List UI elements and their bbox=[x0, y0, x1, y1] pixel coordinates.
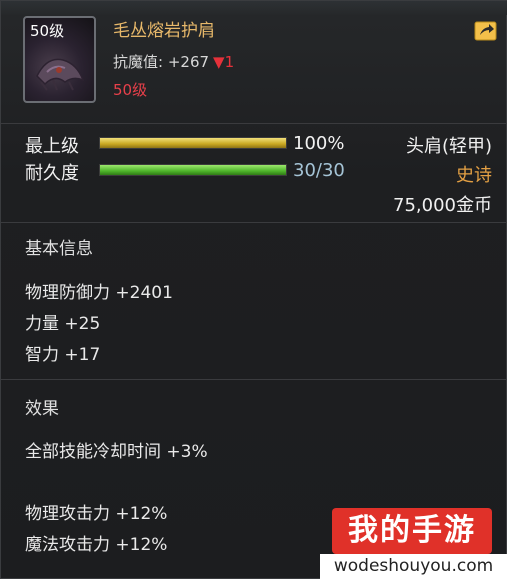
divider bbox=[1, 379, 507, 380]
durability-bar-fill bbox=[100, 165, 286, 175]
durability-bar bbox=[99, 164, 287, 176]
level-percent: 100% bbox=[293, 133, 345, 154]
durability-value: 30/30 bbox=[293, 160, 345, 181]
resist-line: 抗魔值: +267 ▼1 bbox=[113, 51, 234, 72]
level-bar bbox=[99, 137, 287, 149]
level-bar-fill bbox=[100, 138, 286, 148]
watermark: 我的手游 wodeshouyou.com bbox=[320, 508, 507, 579]
price: 75,000金币 bbox=[393, 195, 492, 216]
required-level: 50级 bbox=[113, 81, 148, 99]
item-name: 毛丛熔岩护肩 bbox=[113, 21, 215, 41]
divider bbox=[1, 222, 507, 223]
top-strip bbox=[1, 1, 507, 15]
basic-info-title: 基本信息 bbox=[25, 239, 93, 259]
durability-label: 耐久度 bbox=[25, 163, 79, 184]
effects-title: 效果 bbox=[25, 399, 59, 419]
item-tooltip: 50级 毛丛熔岩护肩 抗魔值: +267 ▼1 50级 最上级 100% 耐久度 … bbox=[0, 0, 507, 579]
stat-line: 力量 +25 bbox=[25, 314, 101, 334]
watermark-badge: 我的手游 bbox=[332, 508, 492, 554]
resist-change: ▼1 bbox=[213, 53, 235, 71]
item-icon[interactable]: 50级 bbox=[23, 16, 96, 103]
resist-label: 抗魔值: bbox=[113, 53, 164, 71]
stat-line: 智力 +17 bbox=[25, 345, 101, 365]
divider bbox=[1, 123, 507, 124]
rarity: 史诗 bbox=[456, 165, 492, 186]
effect-line: 全部技能冷却时间 +3% bbox=[25, 442, 208, 462]
share-icon[interactable] bbox=[473, 19, 499, 43]
equipment-slot: 头肩(轻甲) bbox=[405, 136, 492, 157]
effect-line: 魔法攻击力 +12% bbox=[25, 535, 168, 555]
level-label: 最上级 bbox=[25, 136, 79, 157]
stat-line: 物理防御力 +2401 bbox=[25, 283, 173, 303]
item-icon-level: 50级 bbox=[30, 22, 65, 40]
shoulder-armor-icon bbox=[36, 58, 85, 91]
effect-line: 物理攻击力 +12% bbox=[25, 504, 168, 524]
resist-value: +267 bbox=[167, 53, 210, 71]
watermark-site: wodeshouyou.com bbox=[320, 554, 507, 579]
